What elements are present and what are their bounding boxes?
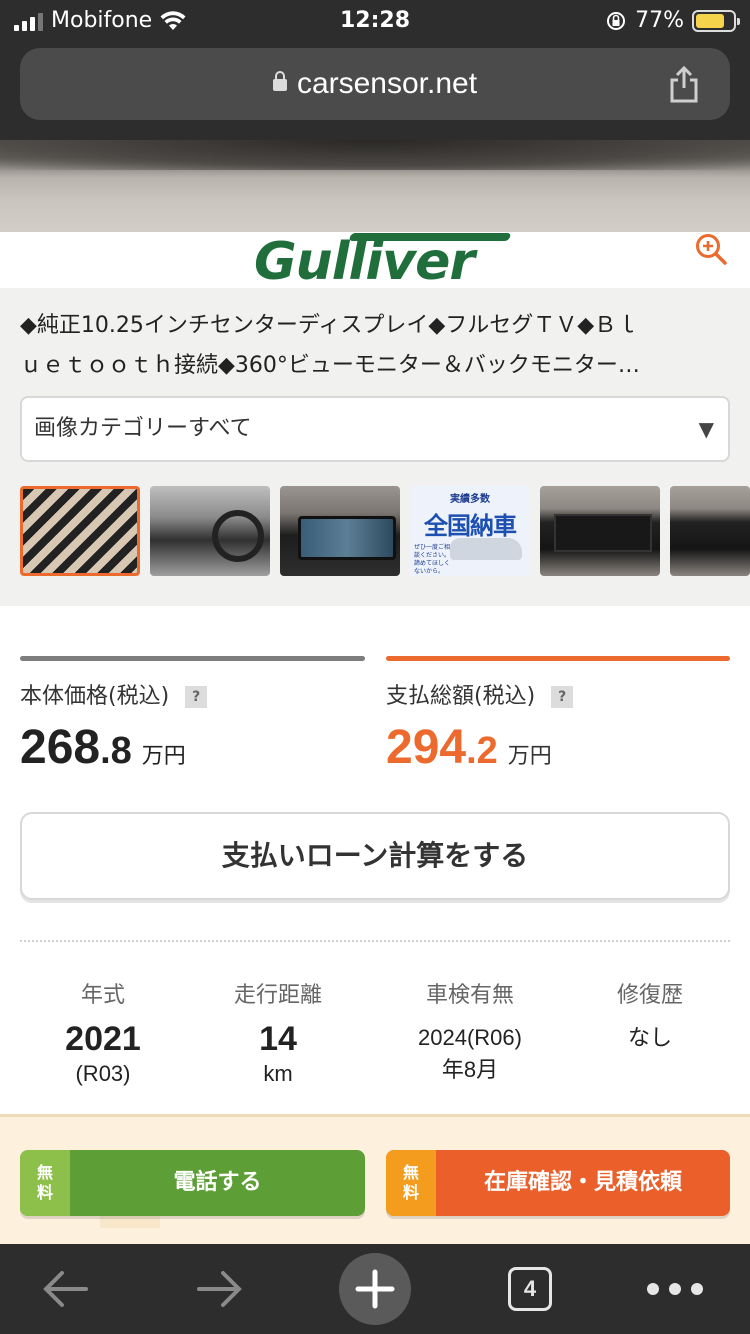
spec-repair: 修復歴 なし: [565, 980, 735, 1054]
plus-icon: [339, 1253, 411, 1325]
status-bar: Mobifone 12:28 77%: [0, 0, 750, 42]
new-tab-button[interactable]: [339, 1244, 411, 1334]
thumbnail-4-car: [450, 538, 522, 560]
share-icon[interactable]: [666, 64, 702, 104]
thumbnail-4-small: ぜひ一度ご相談ください。 諦めてほしくないから。: [414, 544, 451, 575]
forward-button[interactable]: [185, 1244, 255, 1334]
image-category-select[interactable]: 画像カテゴリーすべて ▼: [20, 396, 730, 462]
spec-inspection: 車検有無 2024(R06) 年8月: [385, 980, 555, 1086]
spec-inspection-line2: 年8月: [441, 1057, 499, 1082]
base-price-dec: .8: [100, 730, 132, 772]
thumbnail-strip: 実績多数 全国納車 ぜひ一度ご相談ください。 諦めてほしくないから。: [20, 486, 750, 576]
rotation-lock-icon: [607, 11, 626, 30]
inquiry-button[interactable]: 無 料 在庫確認・見積依頼: [386, 1150, 730, 1216]
call-button-label: 電話する: [173, 1170, 262, 1195]
thumbnail-6[interactable]: [670, 486, 750, 576]
total-price-dec: .2: [466, 730, 498, 772]
call-button[interactable]: 無 料 電話する: [20, 1150, 365, 1216]
free-badge-char-2: 料: [402, 1183, 419, 1202]
free-badge-char-1: 無: [402, 1163, 419, 1182]
base-price-label: 本体価格(税込): [20, 684, 170, 709]
spec-repair-value: なし: [627, 1025, 672, 1050]
loan-calc-button[interactable]: 支払いローン計算をする: [20, 812, 730, 900]
thumbnail-5[interactable]: [540, 486, 660, 576]
spec-inspection-line1: 2024(R06): [418, 1025, 522, 1050]
battery-icon: [692, 9, 740, 32]
browser-toolbar: 4: [0, 1244, 750, 1334]
spec-year: 年式 2021 (R03): [18, 980, 188, 1088]
address-bar[interactable]: carsensor.net: [20, 48, 730, 120]
spec-mileage-value: 14: [259, 1020, 297, 1058]
total-price-unit: 万円: [507, 744, 552, 769]
lock-icon: [272, 71, 287, 91]
description-line-1: ◆純正10.25インチセンターディスプレイ◆フルセグＴＶ◆Ｂｌ: [20, 313, 639, 338]
base-price-int: 268: [20, 721, 101, 774]
base-price: 268.8 万円: [20, 720, 186, 775]
battery-percent: 77%: [635, 8, 684, 33]
total-price-bar: [386, 656, 730, 661]
car-description: ◆純正10.25インチセンターディスプレイ◆フルセグＴＶ◆Ｂｌ ｕｅｔｏｏｔｈ接…: [20, 306, 732, 386]
thumbnail-3[interactable]: [280, 486, 400, 576]
thumbnail-2[interactable]: [150, 486, 270, 576]
more-dots-icon: [647, 1283, 703, 1295]
free-badge: 無 料: [20, 1150, 70, 1216]
total-price-int: 294: [386, 721, 467, 774]
gulliver-logo: Gulliver: [254, 232, 475, 292]
back-button[interactable]: [30, 1244, 100, 1334]
total-price-label: 支払総額(税込): [386, 684, 536, 709]
spec-mileage-unit: km: [263, 1061, 293, 1086]
tabs-button[interactable]: 4: [500, 1244, 560, 1334]
back-arrow-icon: [43, 1271, 88, 1307]
help-icon[interactable]: ?: [185, 686, 208, 708]
thumbnail-1[interactable]: [20, 486, 140, 576]
base-price-bar: [20, 656, 365, 661]
free-badge-char-2: 料: [36, 1183, 53, 1202]
thumbnail-4-main: 全国納車: [424, 512, 517, 540]
url-text: carsensor.net: [296, 67, 478, 100]
more-menu-button[interactable]: [640, 1244, 710, 1334]
spec-inspection-label: 車検有無: [425, 983, 514, 1008]
free-badge-char-1: 無: [36, 1163, 53, 1182]
tab-count: 4: [508, 1267, 552, 1311]
base-price-unit: 万円: [141, 744, 186, 769]
total-price: 294.2 万円: [386, 720, 552, 775]
spec-year-sub: (R03): [75, 1061, 131, 1086]
free-badge: 無 料: [386, 1150, 436, 1216]
dropdown-arrow-icon: ▼: [698, 417, 714, 441]
inquiry-button-label: 在庫確認・見積依頼: [483, 1170, 682, 1195]
description-line-2: ｕｅｔｏｏｔｈ接続◆360°ビューモニター＆バックモニター…: [20, 353, 640, 378]
spec-mileage: 走行距離 14 km: [193, 980, 363, 1088]
divider: [20, 940, 730, 942]
spec-mileage-label: 走行距離: [233, 983, 322, 1008]
zoom-in-icon[interactable]: [694, 232, 728, 266]
forward-arrow-icon: [197, 1271, 242, 1307]
spec-year-label: 年式: [80, 983, 125, 1008]
thumbnail-4-top: 実績多数: [450, 494, 490, 505]
base-price-label-row: 本体価格(税込)?: [20, 678, 208, 710]
browser-top-chrome: Mobifone 12:28 77% carsensor.net: [0, 0, 750, 140]
spec-year-value: 2021: [65, 1020, 141, 1058]
thumbnail-4[interactable]: 実績多数 全国納車 ぜひ一度ご相談ください。 諦めてほしくないから。: [410, 486, 530, 576]
car-photo[interactable]: [0, 140, 750, 232]
select-value: 画像カテゴリーすべて: [34, 416, 252, 441]
total-price-label-row: 支払総額(税込)?: [386, 678, 574, 710]
help-icon[interactable]: ?: [551, 686, 574, 708]
spec-repair-label: 修復歴: [616, 983, 683, 1008]
